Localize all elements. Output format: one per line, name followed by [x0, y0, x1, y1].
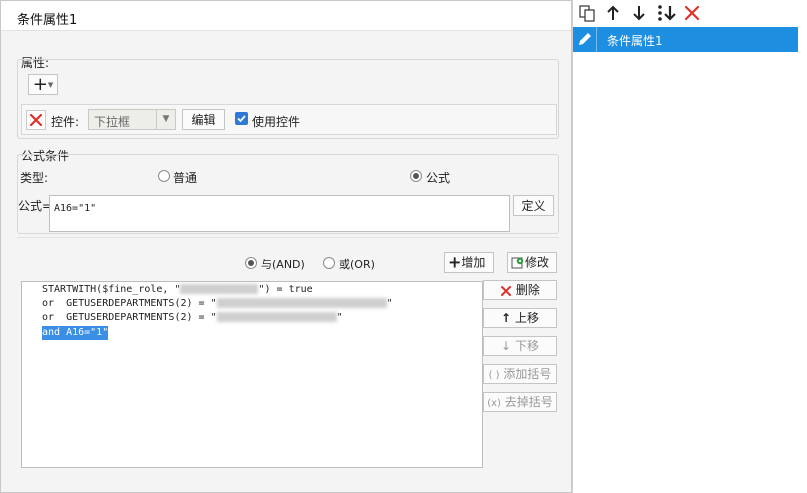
arrow-down-icon[interactable] [629, 4, 649, 22]
move-up-button[interactable]: ↑ 上移 [483, 308, 557, 328]
panel-toolbar [573, 0, 807, 26]
list-item-selected[interactable]: and A16="1" [42, 326, 109, 340]
bracket-icon: ( ) [488, 370, 500, 381]
edit-control-button[interactable]: 编辑 [182, 109, 225, 130]
plus-icon: + [448, 252, 462, 272]
formula-label: 公式= [18, 199, 53, 213]
dialog-title: 条件属性1 [1, 1, 571, 31]
add-condition-button[interactable]: +增加 [444, 252, 494, 273]
use-control-label: 使用控件 [252, 115, 301, 129]
type-normal-radio[interactable] [158, 170, 170, 182]
logic-or-radio[interactable] [323, 257, 335, 269]
logic-and-label: 与(AND) [261, 258, 305, 271]
arrow-down-icon: ↓ [501, 339, 512, 353]
condition-attributes-panel: 条件属性1 [572, 0, 807, 493]
type-formula-label: 公式 [426, 171, 451, 185]
arrow-up-icon: ↑ [501, 311, 512, 325]
control-type-select[interactable]: 下拉框 ▼ [88, 109, 176, 130]
delete-x-icon [501, 285, 512, 296]
add-bracket-button[interactable]: ( ) 添加括号 [483, 364, 557, 384]
modify-gear-icon [511, 257, 524, 269]
check-icon [237, 115, 246, 123]
pencil-icon [573, 27, 597, 52]
redacted-text [216, 298, 387, 308]
remove-bracket-icon: (x) [487, 398, 501, 409]
move-down-button[interactable]: ↓ 下移 [483, 336, 557, 356]
remove-bracket-button[interactable]: (x) 去掉括号 [483, 392, 557, 412]
condition-dialog: 条件属性1 属性: +▼ 控件: 下拉框 ▼ 编辑 使用控件 公式条件 类型: … [0, 0, 572, 493]
list-item[interactable]: or GETUSERDEPARTMENTS(2) = " " [42, 297, 393, 311]
use-control-checkbox[interactable] [235, 112, 248, 125]
delete-x-icon[interactable] [682, 4, 702, 22]
redacted-text [216, 312, 337, 322]
add-property-button[interactable]: +▼ [28, 74, 58, 95]
chevron-down-icon: ▼ [156, 110, 175, 129]
plus-icon: + [32, 73, 48, 95]
type-formula-radio[interactable] [410, 170, 422, 182]
list-item[interactable]: STARTWITH($fine_role, " ") = true [42, 283, 313, 297]
control-type-value: 下拉框 [94, 115, 131, 129]
move-bottom-icon[interactable] [656, 4, 676, 22]
condition-list[interactable]: STARTWITH($fine_role, " ") = true or GETU… [21, 281, 483, 468]
logic-or-label: 或(OR) [339, 258, 375, 271]
delete-condition-button[interactable]: 删除 [483, 280, 557, 300]
type-normal-label: 普通 [173, 171, 198, 185]
divider [17, 237, 559, 238]
copy-icon[interactable] [577, 4, 597, 22]
define-formula-button[interactable]: 定义 [513, 195, 554, 216]
remove-control-button[interactable] [26, 110, 46, 130]
condition-item-label: 条件属性1 [607, 34, 663, 48]
control-label: 控件: [51, 115, 80, 129]
redacted-text [180, 284, 259, 294]
logic-and-radio[interactable] [245, 257, 257, 269]
list-item[interactable]: or GETUSERDEPARTMENTS(2) = " " [42, 311, 343, 325]
type-label: 类型: [20, 171, 49, 185]
modify-condition-button[interactable]: 修改 [507, 252, 557, 273]
formula-input-value: A16="1" [54, 203, 97, 214]
arrow-up-icon[interactable] [603, 4, 623, 22]
delete-x-icon [29, 113, 43, 127]
formula-input[interactable]: A16="1" [49, 195, 510, 232]
chevron-down-icon: ▼ [47, 80, 54, 89]
condition-item-selected[interactable]: 条件属性1 [573, 27, 798, 52]
